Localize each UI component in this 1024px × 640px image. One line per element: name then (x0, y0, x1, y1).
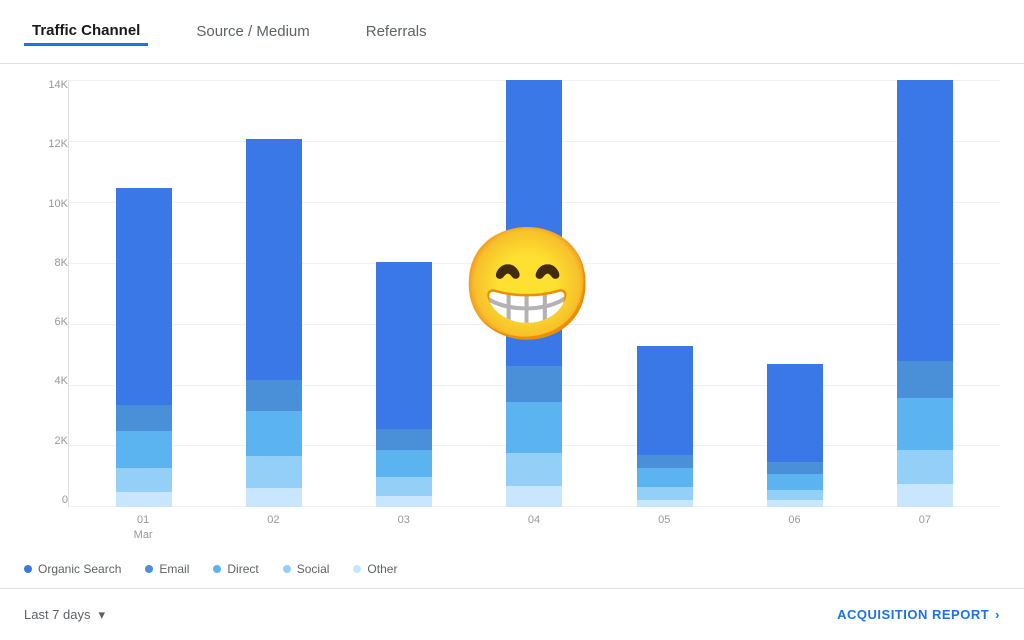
y-axis: 14K 12K 10K 8K 6K 4K 2K 0 (24, 80, 68, 542)
x-label: 07 (897, 513, 953, 542)
bar-direct (767, 474, 823, 490)
legend-label: Direct (227, 562, 258, 576)
x-label: 04 (506, 513, 562, 542)
bar-email (897, 361, 953, 398)
x-label: 05 (636, 513, 692, 542)
bar-social (897, 450, 953, 484)
legend-label: Organic Search (38, 562, 121, 576)
bar-col[interactable] (376, 80, 432, 507)
bar-organic (637, 346, 693, 455)
bar-social (506, 453, 562, 486)
bar-col[interactable] (897, 80, 953, 507)
bar-direct (116, 431, 172, 468)
tab-source-medium[interactable]: Source / Medium (188, 19, 317, 44)
bars-container: 😁 (68, 80, 1000, 507)
bar-organic (376, 262, 432, 428)
y-label-12k: 12K (48, 139, 68, 150)
bar-email (506, 366, 562, 402)
bar-col[interactable] (506, 80, 562, 507)
legend-item[interactable]: Social (283, 562, 330, 576)
bar-email (767, 462, 823, 474)
main-container: Traffic Channel Source / Medium Referral… (0, 0, 1024, 640)
bar-col[interactable] (246, 80, 302, 507)
bar-direct (246, 411, 302, 456)
bar-other (767, 500, 823, 507)
x-axis: 01Mar 02 03 04 05 06 07 (68, 507, 1000, 542)
bar-other (116, 492, 172, 508)
acquisition-report-link[interactable]: ACQUISITION REPORT › (837, 607, 1000, 622)
bar-organic (246, 139, 302, 380)
bar-direct (637, 468, 693, 487)
bar-direct (506, 402, 562, 453)
chart-wrapper: 14K 12K 10K 8K 6K 4K 2K 0 (24, 80, 1000, 542)
y-label-8k: 8K (55, 258, 68, 269)
period-label: Last 7 days (24, 607, 91, 622)
bar-social (637, 487, 693, 500)
legend-item[interactable]: Email (145, 562, 189, 576)
legend-label: Email (159, 562, 189, 576)
bar-direct (376, 450, 432, 478)
report-label: ACQUISITION REPORT (837, 607, 989, 622)
y-label-14k: 14K (48, 80, 68, 91)
bar-organic (767, 364, 823, 461)
dropdown-icon: ▾ (99, 607, 106, 623)
bar-col[interactable] (767, 80, 823, 507)
legend-label: Other (367, 562, 397, 576)
y-label-2k: 2K (55, 436, 68, 447)
chart-area: 14K 12K 10K 8K 6K 4K 2K 0 (0, 64, 1024, 550)
tabs-header: Traffic Channel Source / Medium Referral… (0, 0, 1024, 64)
bars-group (69, 80, 1000, 507)
footer: Last 7 days ▾ ACQUISITION REPORT › (0, 588, 1024, 640)
bar-organic (116, 188, 172, 404)
legend-dot (145, 565, 153, 573)
legend-item[interactable]: Other (353, 562, 397, 576)
bar-other (897, 484, 953, 507)
x-label: 02 (245, 513, 301, 542)
legend-label: Social (297, 562, 330, 576)
bar-email (376, 429, 432, 450)
legend-dot (213, 565, 221, 573)
bar-other (376, 496, 432, 508)
bar-organic (897, 80, 953, 361)
bar-direct (897, 398, 953, 450)
legend-item[interactable]: Organic Search (24, 562, 121, 576)
x-label: 03 (376, 513, 432, 542)
bar-email (637, 455, 693, 468)
legend-dot (24, 565, 32, 573)
bar-other (637, 500, 693, 508)
x-label: 06 (767, 513, 823, 542)
bar-social (246, 456, 302, 487)
bar-other (506, 486, 562, 507)
period-selector[interactable]: Last 7 days ▾ (24, 607, 105, 623)
legend-dot (353, 565, 361, 573)
y-label-4k: 4K (55, 376, 68, 387)
arrow-right-icon: › (995, 607, 1000, 622)
y-label-6k: 6K (55, 317, 68, 328)
bar-col[interactable] (116, 80, 172, 507)
bar-social (376, 477, 432, 495)
bar-col[interactable] (637, 80, 693, 507)
tab-traffic-channel[interactable]: Traffic Channel (24, 18, 148, 46)
legend: Organic Search Email Direct Social Other (0, 550, 1024, 588)
tab-referrals[interactable]: Referrals (358, 19, 435, 44)
x-label: 01Mar (115, 513, 171, 542)
chart-inner: 😁 01Mar 02 03 04 05 06 07 (68, 80, 1000, 542)
bar-email (246, 380, 302, 411)
y-label-10k: 10K (48, 199, 68, 210)
bar-organic (506, 80, 562, 366)
legend-item[interactable]: Direct (213, 562, 258, 576)
legend-dot (283, 565, 291, 573)
bar-social (767, 490, 823, 501)
bar-social (116, 468, 172, 492)
bar-email (116, 405, 172, 431)
bar-other (246, 488, 302, 508)
